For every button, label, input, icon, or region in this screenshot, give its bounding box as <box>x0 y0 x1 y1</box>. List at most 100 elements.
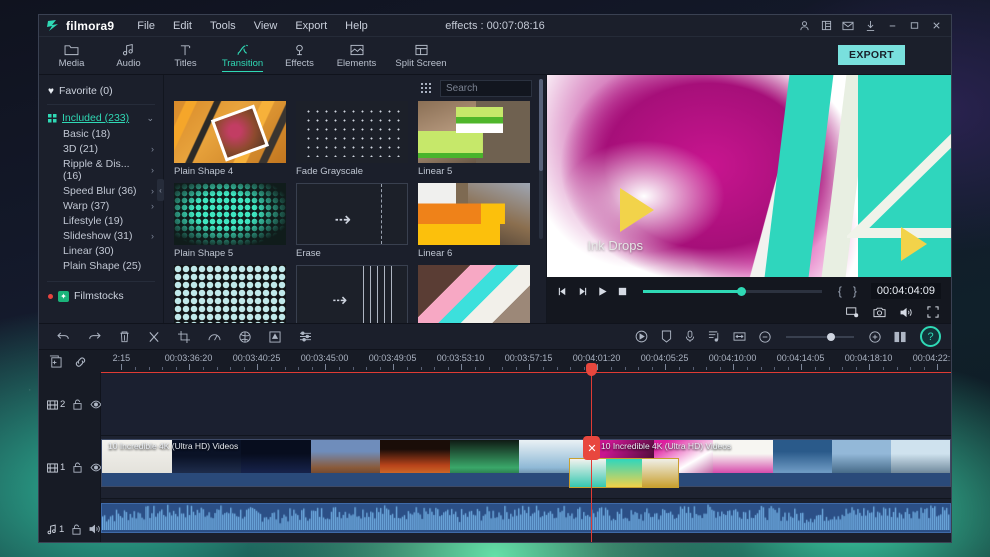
tab-split-screen[interactable]: Split Screen <box>385 37 457 74</box>
chevron-right-icon[interactable]: › <box>151 144 154 154</box>
zoom-out-icon[interactable] <box>759 331 771 343</box>
menu-tools[interactable]: Tools <box>201 18 245 34</box>
microphone-icon[interactable] <box>685 330 695 343</box>
zoom-in-icon[interactable] <box>869 331 881 343</box>
close-button[interactable] <box>925 16 947 36</box>
audio-mixer-icon[interactable] <box>299 331 312 342</box>
split-icon[interactable] <box>148 331 160 343</box>
transition-thumbnail[interactable] <box>418 265 530 323</box>
timeline-zoom-slider[interactable] <box>786 336 854 338</box>
minimize-button[interactable] <box>881 16 903 36</box>
chevron-right-icon[interactable]: › <box>151 186 154 196</box>
library-scrollbar-thumb[interactable] <box>539 79 543 171</box>
transition-thumbnail[interactable] <box>174 265 286 323</box>
transition-item[interactable]: Linear 6 <box>418 183 530 259</box>
transition-item[interactable]: Plain Shape 5 <box>174 183 286 259</box>
menu-export[interactable]: Export <box>286 18 336 34</box>
transition-thumbnail[interactable] <box>174 101 286 163</box>
redo-icon[interactable] <box>88 331 101 342</box>
link-icon[interactable] <box>74 356 87 368</box>
export-button[interactable]: EXPORT <box>838 45 905 65</box>
transition-item[interactable] <box>296 265 408 323</box>
transition-item[interactable] <box>418 265 530 323</box>
marker-icon[interactable] <box>661 330 672 343</box>
delete-icon[interactable] <box>119 331 130 343</box>
next-frame-button[interactable] <box>577 286 588 297</box>
play-button[interactable] <box>597 286 608 297</box>
sidebar-item-basic[interactable]: Basic (18) <box>39 126 163 141</box>
add-track-icon[interactable] <box>49 355 62 368</box>
chevron-right-icon[interactable]: › <box>151 201 154 211</box>
pan-zoom-icon[interactable] <box>269 331 281 343</box>
speed-icon[interactable] <box>208 331 221 342</box>
transition-thumbnail[interactable] <box>418 183 530 245</box>
sidebar-item-included[interactable]: Included (233) ⌄ <box>39 110 163 126</box>
sidebar-item-ripple-distort[interactable]: Ripple & Dis... (16)› <box>39 156 163 183</box>
mark-out-button[interactable]: } <box>852 284 858 298</box>
tab-transition[interactable]: Transition <box>214 37 271 74</box>
tab-elements[interactable]: Elements <box>328 37 385 74</box>
preview-progress-knob[interactable] <box>737 287 746 296</box>
undo-icon[interactable] <box>57 331 70 342</box>
sidebar-resize-handle[interactable]: ‹ <box>157 179 164 201</box>
sidebar-item-linear[interactable]: Linear (30) <box>39 243 163 258</box>
track-lane[interactable] <box>101 499 951 542</box>
fit-timeline-icon[interactable] <box>733 331 746 342</box>
grid-view-icon[interactable] <box>421 83 432 94</box>
menu-file[interactable]: File <box>128 18 164 34</box>
crop-icon[interactable] <box>178 331 190 343</box>
lock-icon[interactable] <box>72 524 81 535</box>
record-voiceover-icon[interactable] <box>635 330 648 343</box>
account-icon[interactable] <box>793 16 815 36</box>
transition-item[interactable]: Erase <box>296 183 408 259</box>
transition-item[interactable]: Linear 5 <box>418 101 530 177</box>
audio-detach-icon[interactable] <box>708 330 720 343</box>
transition-thumbnail[interactable] <box>174 183 286 245</box>
sidebar-item-3d[interactable]: 3D (21)› <box>39 141 163 156</box>
sidebar-item-speed-blur[interactable]: Speed Blur (36)› <box>39 183 163 198</box>
help-icon[interactable]: ? <box>920 326 941 347</box>
timeline-ruler[interactable]: 2:15 00:03:36:20 00:03:40:25 00:03:45:00… <box>101 350 951 373</box>
preview-stage[interactable]: Ink Drops <box>547 75 951 277</box>
track-lane[interactable] <box>101 373 951 436</box>
lock-icon[interactable] <box>73 399 82 410</box>
menu-help[interactable]: Help <box>336 18 377 34</box>
cut-transition-icon[interactable]: ✕ <box>583 436 600 460</box>
timeline-audio-clip[interactable] <box>101 503 951 533</box>
maximize-button[interactable] <box>903 16 925 36</box>
mark-in-button[interactable]: { <box>837 284 843 298</box>
speaker-icon[interactable] <box>89 524 101 534</box>
sidebar-item-filmstocks[interactable]: ✦ Filmstocks <box>39 287 163 305</box>
sidebar-item-lifestyle[interactable]: Lifestyle (19) <box>39 213 163 228</box>
lock-icon[interactable] <box>73 462 82 473</box>
track-lane[interactable]: Scene 3 Scene 4 Scene 5 10 Incredible 4K… <box>101 436 951 499</box>
split-view-icon[interactable] <box>894 331 907 343</box>
render-settings-icon[interactable] <box>846 306 859 318</box>
snapshot-icon[interactable] <box>873 306 886 318</box>
transition-thumbnail[interactable] <box>296 265 408 323</box>
tab-audio[interactable]: Audio <box>100 37 157 74</box>
previous-frame-button[interactable] <box>557 286 568 297</box>
sidebar-item-plain-shape[interactable]: Plain Shape (25) <box>39 258 163 273</box>
chevron-right-icon[interactable]: › <box>151 231 154 241</box>
transition-item[interactable]: Plain Shape 4 <box>174 101 286 177</box>
sidebar-item-slideshow[interactable]: Slideshow (31)› <box>39 228 163 243</box>
transition-item[interactable]: Fade Grayscale <box>296 101 408 177</box>
chevron-right-icon[interactable]: › <box>151 165 154 175</box>
transition-thumbnail[interactable] <box>418 101 530 163</box>
transition-thumbnail[interactable] <box>296 101 408 163</box>
mail-icon[interactable] <box>837 16 859 36</box>
volume-icon[interactable] <box>900 307 913 318</box>
stop-button[interactable] <box>617 286 628 297</box>
sidebar-item-warp[interactable]: Warp (37)› <box>39 198 163 213</box>
fullscreen-icon[interactable] <box>927 306 939 318</box>
transition-item[interactable] <box>174 265 286 323</box>
tab-effects[interactable]: Effects <box>271 37 328 74</box>
menu-edit[interactable]: Edit <box>164 18 201 34</box>
chevron-down-icon[interactable]: ⌄ <box>146 113 154 124</box>
timeline-clip[interactable]: Scene 3 Scene 4 Scene 5 10 Incredible 4K… <box>101 439 590 487</box>
color-icon[interactable] <box>239 331 251 343</box>
search-box[interactable] <box>440 80 532 97</box>
tab-media[interactable]: Media <box>43 37 100 74</box>
sidebar-item-favorite[interactable]: ♥ Favorite (0) <box>39 83 163 104</box>
